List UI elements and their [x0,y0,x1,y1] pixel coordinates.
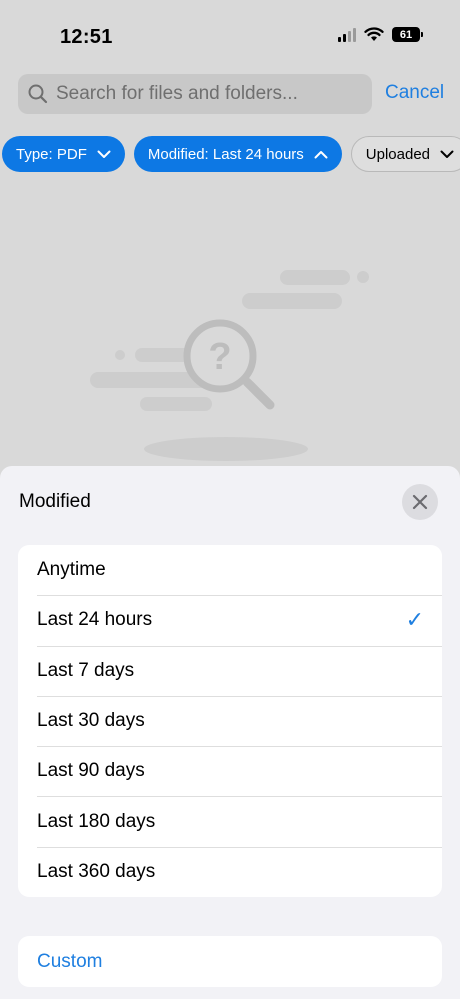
search-row: Cancel [18,74,460,114]
filter-chips: Type: PDF Modified: Last 24 hours Upload… [2,136,460,172]
checkmark-icon: ✓ [405,607,424,633]
option-label: Last 90 days [37,760,145,782]
option-label: Last 24 hours [37,609,153,631]
filter-chip-label: Type: PDF [16,145,87,163]
status-bar: 12:51 61 [0,0,460,62]
wifi-icon [364,27,384,41]
close-icon [412,494,428,510]
no-results-illustration: ? [90,270,369,461]
option-last-90-days[interactable]: Last 90 days [18,746,442,796]
option-label: Last 7 days [37,659,135,681]
status-icons: 61 [338,27,423,42]
options-list: Anytime Last 24 hours ✓ Last 7 days Last… [18,545,442,898]
option-last-30-days[interactable]: Last 30 days [18,695,442,746]
option-label: Last 30 days [37,710,145,732]
option-label: Last 180 days [37,810,156,832]
svg-text:?: ? [208,336,231,378]
option-last-7-days[interactable]: Last 7 days [18,645,442,696]
filter-chip-modified[interactable]: Modified: Last 24 hours [133,136,342,172]
option-label: Last 360 days [37,860,156,882]
option-label: Anytime [37,559,106,581]
cellular-signal-icon [338,27,356,42]
search-input[interactable] [56,83,356,105]
filter-chip-type[interactable]: Type: PDF [2,136,125,172]
filter-chip-label: Modified: Last 24 hours [147,145,304,163]
chevron-down-icon [440,150,454,158]
battery-level: 61 [399,28,413,41]
sheet-title: Modified [19,491,91,512]
filter-chip-label: Uploaded [365,145,431,163]
close-button[interactable] [402,484,438,520]
option-last-360-days[interactable]: Last 360 days [18,846,442,897]
battery-icon: 61 [392,27,423,42]
option-anytime[interactable]: Anytime [18,545,442,595]
option-last-24-hours[interactable]: Last 24 hours ✓ [18,595,442,645]
cancel-button[interactable]: Cancel [385,82,444,104]
filter-chip-uploaded[interactable]: Uploaded [350,136,460,172]
search-box[interactable] [18,74,372,114]
search-icon [28,84,48,104]
chevron-up-icon [314,150,328,158]
chevron-down-icon [97,150,111,158]
custom-button[interactable]: Custom [18,936,442,987]
option-last-180-days[interactable]: Last 180 days [18,796,442,846]
modified-filter-sheet: Modified Anytime Last 24 hours ✓ Last 7 … [0,466,460,999]
status-time: 12:51 [60,26,113,48]
